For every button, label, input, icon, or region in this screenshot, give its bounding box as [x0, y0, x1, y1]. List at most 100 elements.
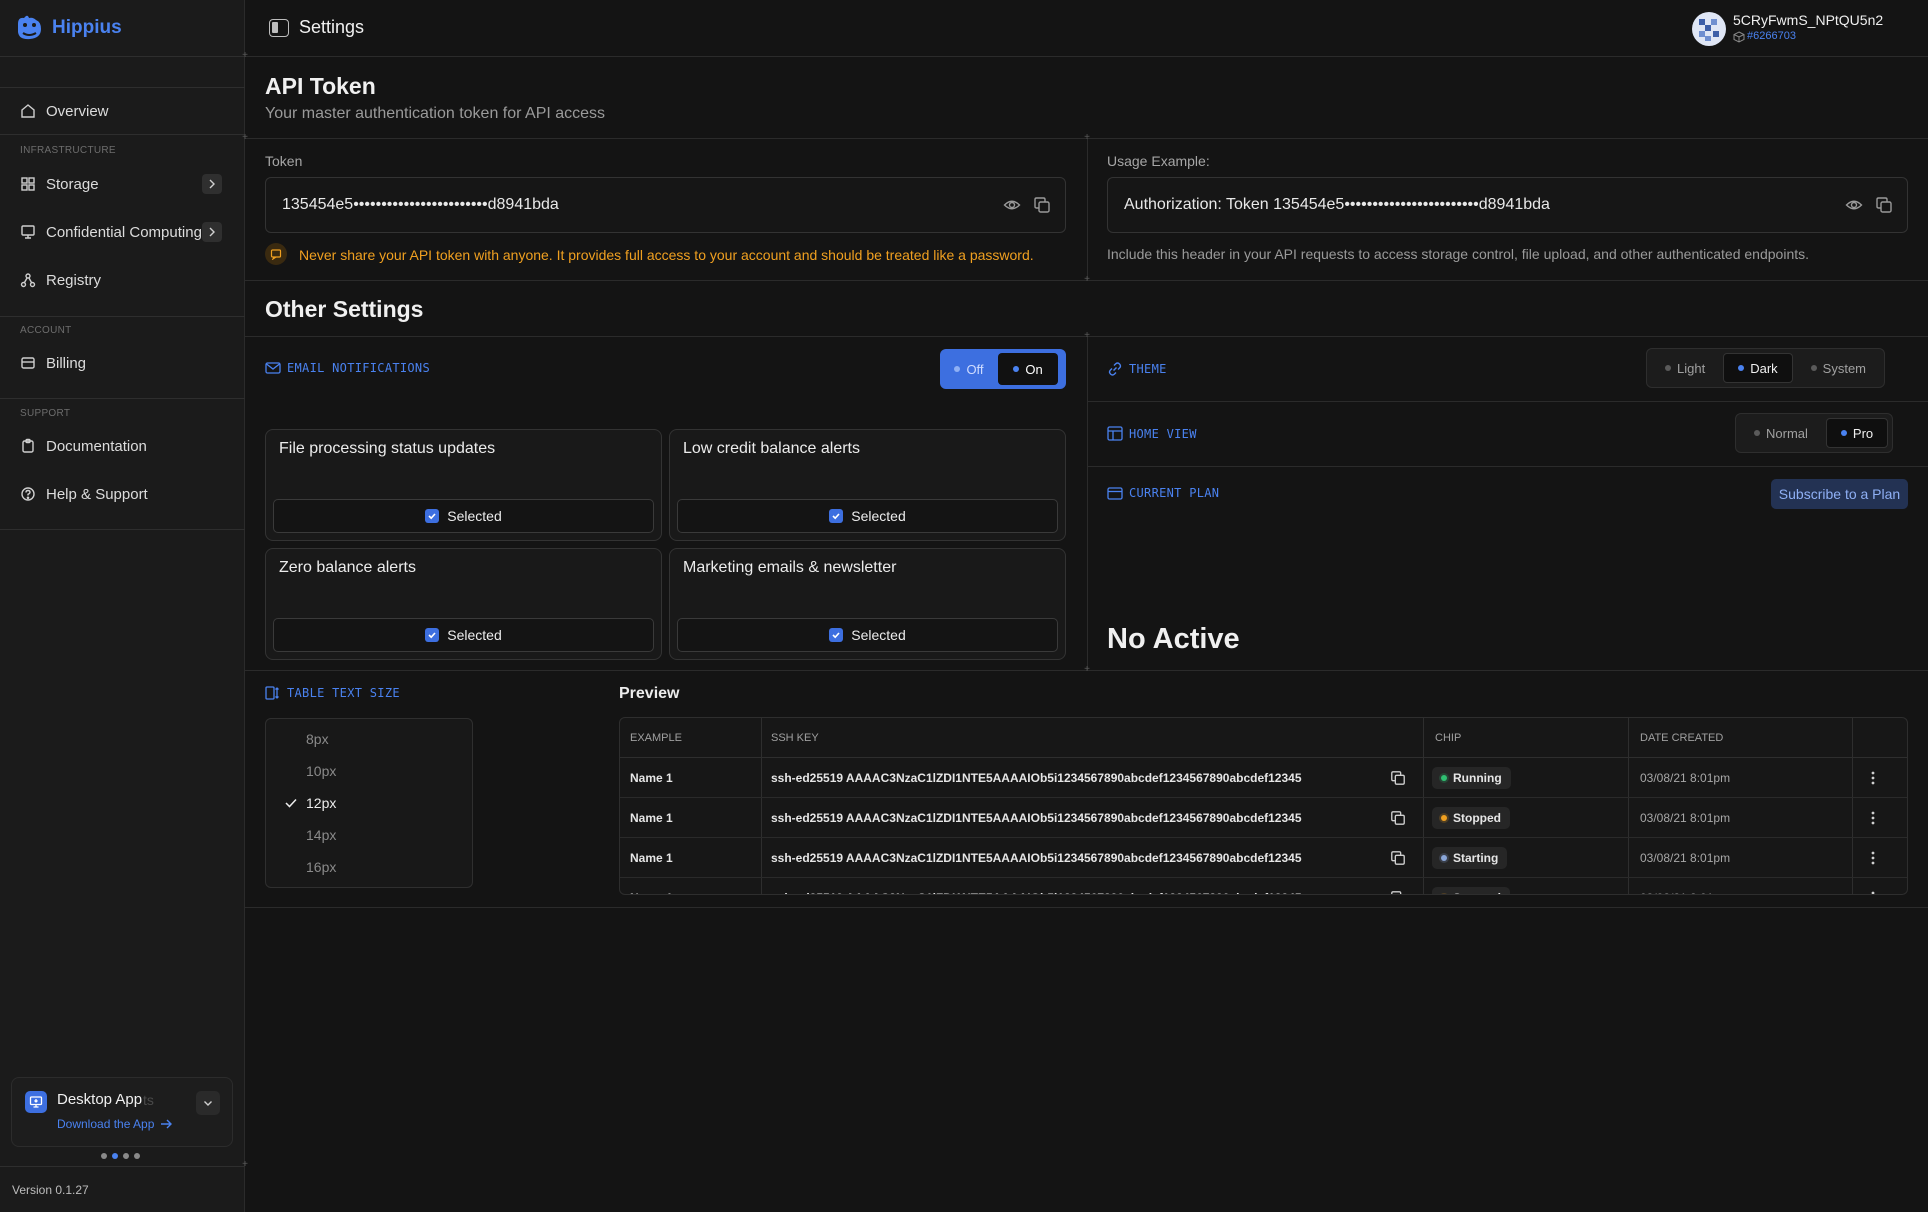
column-header-example[interactable]: EXAMPLE: [630, 718, 682, 758]
text-size-option-12px[interactable]: 12px: [306, 795, 336, 811]
theme-option-dark[interactable]: Dark: [1723, 353, 1793, 383]
token-label: Token: [265, 153, 303, 169]
copy-icon[interactable]: [1390, 878, 1406, 894]
checkbox-checked-icon: [425, 509, 440, 523]
home-view-label: HOME VIEW: [1129, 426, 1197, 441]
plan-status: No Active: [1107, 623, 1240, 655]
carousel-dot[interactable]: [123, 1153, 129, 1159]
email-notifications-label: EMAIL NOTIFICATIONS: [287, 361, 430, 375]
brand-logo[interactable]: Hippius: [14, 14, 122, 42]
sidebar-item-label: Registry: [46, 271, 102, 289]
cell-ssh-key: ssh-ed25519 AAAAC3NzaC1lZDI1NTE5AAAAIOb5…: [771, 771, 1302, 785]
cube-icon: [1733, 31, 1745, 43]
table-row[interactable]: Name 1 ssh-ed25519 AAAAC3NzaC1lZDI1NTE5AA…: [620, 798, 1907, 838]
text-size-option-10px[interactable]: 10px: [306, 763, 336, 779]
expand-storage-button[interactable]: [202, 174, 222, 194]
cell-chip: Starting: [1432, 838, 1508, 878]
eye-icon[interactable]: [1845, 196, 1863, 214]
eye-icon[interactable]: [1003, 196, 1021, 214]
text-size-option-8px[interactable]: 8px: [306, 731, 329, 747]
cell-example: Name 1: [630, 771, 673, 785]
section-label-infrastructure: INFRASTRUCTURE: [20, 145, 116, 156]
column-header-ssh-key[interactable]: SSH KEY: [771, 718, 819, 758]
home-view-selector[interactable]: Normal Pro: [1735, 413, 1894, 453]
notification-select-button[interactable]: Selected: [677, 499, 1058, 533]
version-label: Version 0.1.27: [12, 1183, 89, 1197]
grid-marker: +: [1084, 664, 1090, 675]
more-options-icon[interactable]: [1870, 758, 1876, 798]
page-title: Settings: [299, 17, 365, 37]
home-icon: [21, 104, 35, 118]
copy-icon[interactable]: [1033, 196, 1051, 214]
text-size-option-14px[interactable]: 14px: [306, 827, 336, 843]
carousel-dot[interactable]: [101, 1153, 107, 1159]
sidebar-item-confidential-computing[interactable]: Confidential Computing: [20, 219, 230, 245]
notification-state: Selected: [447, 627, 502, 643]
theme-selector[interactable]: Light Dark System: [1646, 348, 1885, 388]
expand-computing-button[interactable]: [202, 222, 222, 242]
home-view-option-normal[interactable]: Normal: [1740, 418, 1822, 448]
usage-example-field[interactable]: Authorization: Token 135454e5•••••••••••…: [1107, 177, 1908, 233]
notification-select-button[interactable]: Selected: [677, 618, 1058, 652]
sidebar-item-registry[interactable]: Registry: [20, 267, 230, 293]
status-label: Running: [1453, 771, 1502, 785]
notification-title: Zero balance alerts: [279, 559, 416, 576]
column-header-date-created[interactable]: DATE CREATED: [1640, 718, 1723, 758]
grid-marker: +: [1084, 274, 1090, 285]
subscribe-plan-button[interactable]: Subscribe to a Plan: [1771, 479, 1908, 509]
carousel-dot[interactable]: [134, 1153, 140, 1159]
table-header: EXAMPLE SSH KEY CHIP DATE CREATED: [620, 718, 1907, 758]
usage-example-value[interactable]: Authorization: Token 135454e5•••••••••••…: [1124, 196, 1550, 214]
usage-example-note: Include this header in your API requests…: [1107, 246, 1810, 262]
grid-marker: +: [242, 1159, 248, 1170]
token-warning: Never share your API token with anyone. …: [299, 247, 1034, 263]
carousel-dots[interactable]: [101, 1153, 140, 1159]
carousel-dot-active[interactable]: [112, 1153, 118, 1159]
user-menu[interactable]: 5CRyFwmS_NPtQU5n2 #6266703: [1692, 10, 1922, 48]
notification-card-marketing: Marketing emails & newsletter Selected: [669, 548, 1066, 660]
table-row[interactable]: Name 1 ssh-ed25519 AAAAC3NzaC1lZDI1NTE5AA…: [620, 878, 1907, 894]
token-value[interactable]: 135454e5••••••••••••••••••••••••d8941bda: [282, 196, 559, 214]
copy-icon[interactable]: [1390, 838, 1406, 878]
section-label-support: SUPPORT: [20, 408, 71, 419]
toggle-off-option[interactable]: Off: [944, 353, 994, 385]
table-row[interactable]: Name 1 ssh-ed25519 AAAAC3NzaC1lZDI1NTE5AA…: [620, 758, 1907, 798]
preview-title: Preview: [619, 685, 680, 702]
download-app-link[interactable]: Download the App: [57, 1117, 173, 1131]
collapse-desktop-card-button[interactable]: [196, 1091, 220, 1115]
table-row[interactable]: Name 1 ssh-ed25519 AAAAC3NzaC1lZDI1NTE5AA…: [620, 838, 1907, 878]
sidebar-item-label: Storage: [46, 175, 99, 193]
sidebar-item-billing[interactable]: Billing: [20, 350, 230, 376]
user-name: 5CRyFwmS_NPtQU5n2: [1733, 12, 1884, 28]
more-options-icon[interactable]: [1870, 798, 1876, 838]
sidebar-item-storage[interactable]: Storage: [20, 171, 230, 197]
theme-option-system[interactable]: System: [1797, 353, 1880, 383]
sidebar-toggle-icon[interactable]: [269, 19, 289, 37]
copy-icon[interactable]: [1875, 196, 1893, 214]
column-header-chip[interactable]: CHIP: [1435, 718, 1461, 758]
more-options-icon[interactable]: [1870, 838, 1876, 878]
sidebar-item-overview[interactable]: Overview: [20, 98, 230, 124]
api-token-subtitle: Your master authentication token for API…: [265, 105, 606, 122]
cell-date-created: 03/08/21 8:01pm: [1640, 811, 1731, 825]
status-badge: Stopped: [1432, 807, 1510, 829]
notification-select-button[interactable]: Selected: [273, 618, 654, 652]
more-options-icon[interactable]: [1870, 878, 1876, 894]
sidebar-item-help-support[interactable]: Help & Support: [20, 481, 230, 507]
token-field[interactable]: 135454e5••••••••••••••••••••••••d8941bda: [265, 177, 1066, 233]
copy-icon[interactable]: [1390, 758, 1406, 798]
copy-icon[interactable]: [1390, 798, 1406, 838]
text-size-option-16px[interactable]: 16px: [306, 859, 336, 875]
text-size-list[interactable]: 8px 10px 12px 14px 16px: [265, 718, 473, 888]
sidebar-item-documentation[interactable]: Documentation: [20, 433, 230, 459]
cell-ssh-key: ssh-ed25519 AAAAC3NzaC1lZDI1NTE5AAAAIOb5…: [771, 851, 1302, 865]
theme-option-light[interactable]: Light: [1651, 353, 1719, 383]
home-view-option-pro[interactable]: Pro: [1825, 418, 1889, 448]
email-notifications-toggle[interactable]: Off On: [940, 349, 1066, 389]
status-dot: [1441, 855, 1447, 861]
toggle-on-option[interactable]: On: [998, 353, 1058, 385]
notification-select-button[interactable]: Selected: [273, 499, 654, 533]
toggle-off-label: Off: [966, 361, 984, 377]
settings-app: Hippius Overview INFRASTRUCTURE Storage …: [0, 0, 1928, 1212]
cell-chip: Stopped: [1432, 798, 1510, 838]
